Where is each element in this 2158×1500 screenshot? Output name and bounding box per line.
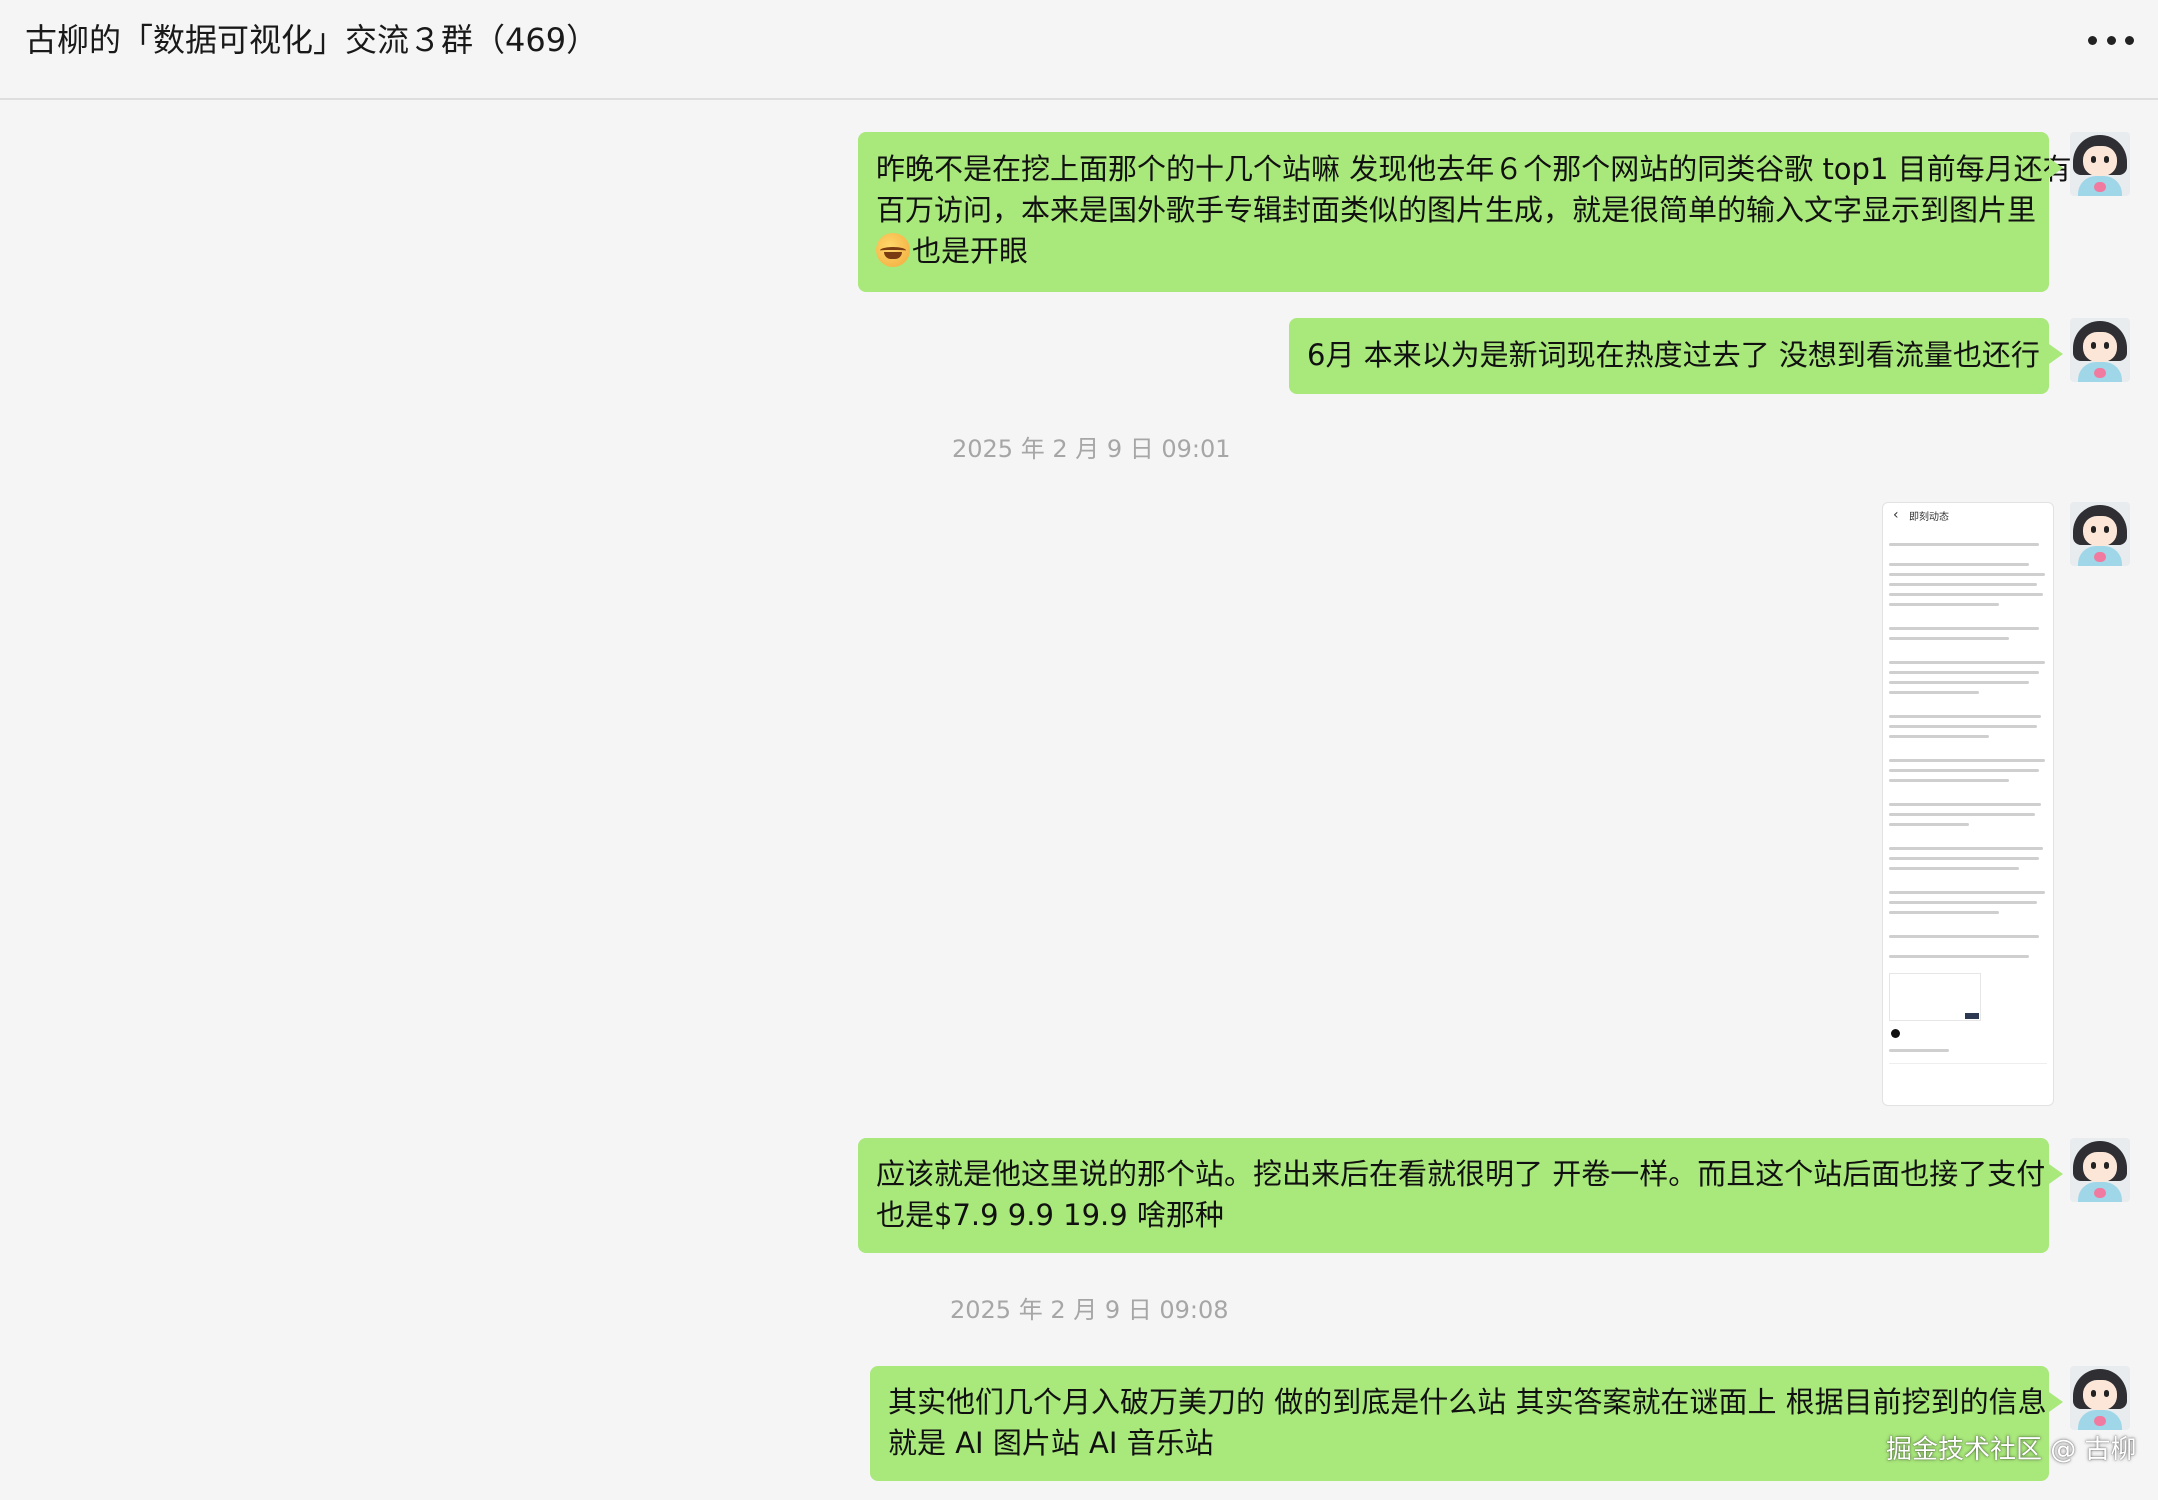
message-line: 其实他们几个月入破万美刀的 做的到底是什么站 其实答案就在谜面上 根据目前挖到的…: [888, 1385, 2047, 1419]
message-bubble[interactable]: 昨晚不是在挖上面那个的十几个站嘛 发现他去年６个那个网站的同类谷歌 top1 目…: [858, 132, 2072, 292]
chat-title: 古柳的「数据可视化」交流３群（469）: [25, 21, 599, 59]
message-line: 就是 AI 图片站 AI 音乐站: [888, 1426, 1214, 1460]
message-bubble[interactable]: 6月 本来以为是新词现在热度过去了 没想到看流量也还行: [1289, 318, 2063, 394]
avatar[interactable]: [2070, 132, 2130, 196]
avatar[interactable]: [2070, 1366, 2130, 1430]
back-arrow-icon: ‹: [1893, 507, 1899, 523]
watermark: 掘金技术社区 @ 古柳: [1886, 1435, 2137, 1465]
more-horizontal-icon[interactable]: [2088, 30, 2134, 50]
screenshot-image[interactable]: ‹ 即刻动态: [1882, 502, 2054, 1106]
avatar[interactable]: [2070, 502, 2130, 566]
message-line: 也是$7.9 9.9 19.9 啥那种: [876, 1198, 1224, 1232]
message-line: 百万访问，本来是国外歌手专辑封面类似的图片生成，就是很简单的输入文字显示到图片里: [876, 193, 2037, 227]
message-bubble[interactable]: 其实他们几个月入破万美刀的 做的到底是什么站 其实答案就在谜面上 根据目前挖到的…: [870, 1366, 2063, 1481]
avatar[interactable]: [2070, 318, 2130, 382]
message-bubble[interactable]: 应该就是他这里说的那个站。挖出来后在看就很明了 开卷一样。而且这个站后面也接了支…: [858, 1138, 2063, 1253]
message-timestamp: 2025 年 2 月 9 日 09:08: [950, 1296, 1229, 1324]
chat-header: 古柳的「数据可视化」交流３群（469）: [0, 0, 2158, 100]
avatar[interactable]: [2070, 1138, 2130, 1202]
message-timestamp: 2025 年 2 月 9 日 09:01: [952, 435, 1231, 463]
laughing-crying-emoji-icon: [876, 233, 910, 267]
message-line: 应该就是他这里说的那个站。挖出来后在看就很明了 开卷一样。而且这个站后面也接了支…: [876, 1157, 2046, 1191]
image-title: 即刻动态: [1909, 512, 1949, 523]
message-line: 昨晚不是在挖上面那个的十几个站嘛 发现他去年６个那个网站的同类谷歌 top1 目…: [876, 152, 2072, 186]
message-line: 6月 本来以为是新词现在热度过去了 没想到看流量也还行: [1307, 338, 2040, 372]
message-line: 也是开眼: [876, 231, 2031, 272]
